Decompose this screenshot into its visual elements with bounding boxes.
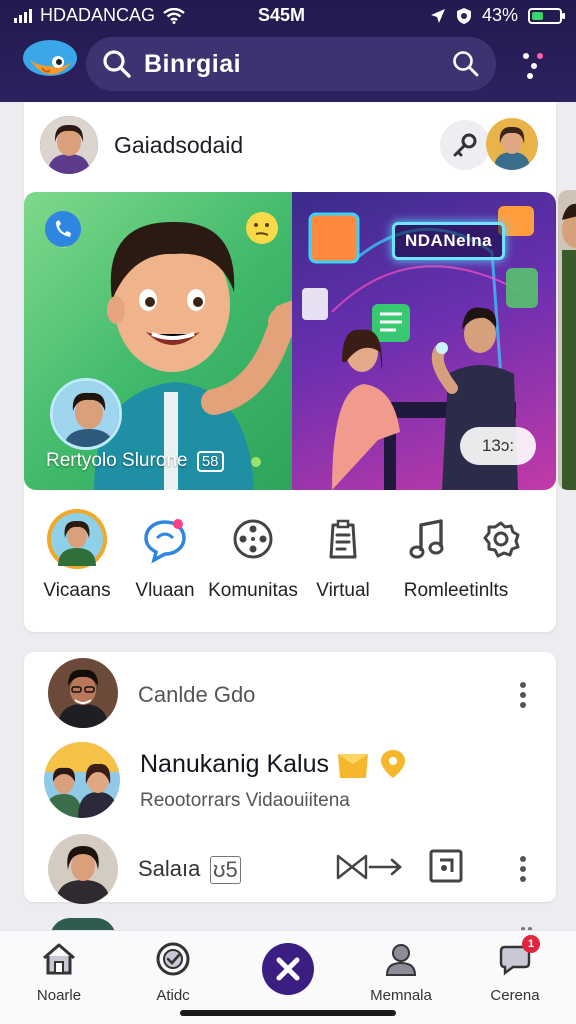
nav-item-members[interactable]: Memnala xyxy=(346,939,456,1004)
center-action-button[interactable] xyxy=(262,943,314,995)
nav-item-activity[interactable]: Atidc xyxy=(118,939,228,1004)
status-time: S45M xyxy=(258,5,306,25)
wifi-icon xyxy=(163,7,185,24)
more-menu-icon[interactable] xyxy=(520,48,550,84)
activity-check-icon xyxy=(153,939,193,979)
friend-avatar[interactable] xyxy=(486,118,538,170)
nav-item-notifications[interactable]: 1 Cerena xyxy=(460,935,570,1004)
hero-caption-text: Rertyolo Slurone xyxy=(46,450,188,471)
more-vertical-icon[interactable] xyxy=(520,856,526,882)
list-item-count: ʊ5 xyxy=(210,856,241,884)
profile-username[interactable]: Gaiadsodaid xyxy=(114,132,243,159)
bookmark-square-icon[interactable] xyxy=(428,848,464,884)
list-item[interactable]: Nanukanig Kalus Reootorrars Vidaouiitena xyxy=(24,742,556,822)
search-icon xyxy=(103,50,131,78)
thinking-emoji-icon xyxy=(246,212,278,244)
battery-fill xyxy=(532,11,544,20)
list-item-group-avatar[interactable] xyxy=(44,742,120,818)
list-item[interactable]: Canlde Gdo xyxy=(24,658,556,730)
hero-banner[interactable]: NDANelna Rertyolo Slurone 58 13ɔ: xyxy=(24,192,556,490)
home-icon xyxy=(39,939,79,979)
app-logo-icon[interactable] xyxy=(20,36,80,88)
nav-label: Atidc xyxy=(156,987,190,1004)
hero-caption: Rertyolo Slurone 58 xyxy=(46,450,224,472)
user-avatar[interactable] xyxy=(40,116,98,174)
list-item-avatar[interactable] xyxy=(48,658,118,728)
list-item-subtitle: Reootorrars Vidaouiitena xyxy=(140,790,350,811)
virtual-list-icon xyxy=(312,508,374,570)
settings-gear-icon xyxy=(470,508,532,570)
nav-item-home[interactable]: Noarle xyxy=(4,939,114,1004)
search-bar[interactable]: Binrgiai xyxy=(86,37,496,91)
envelope-icon xyxy=(338,754,368,778)
hero-inset-avatar[interactable] xyxy=(50,378,122,450)
search-query[interactable]: Binrgiai xyxy=(144,50,452,79)
carrier-name: HDADANCAG xyxy=(40,5,156,25)
close-x-icon xyxy=(276,957,300,981)
person-icon xyxy=(381,939,421,979)
nav-label: Cerena xyxy=(490,987,540,1004)
neon-sign: NDANelna xyxy=(392,222,506,260)
more-vertical-icon[interactable] xyxy=(520,682,526,708)
signal-icon xyxy=(14,8,32,23)
key-icon xyxy=(453,133,477,157)
phone-call-icon xyxy=(45,211,81,247)
list-item-title: Salaıa xyxy=(138,856,201,881)
chat-bubble-icon xyxy=(134,508,196,570)
list-item-avatar[interactable] xyxy=(48,834,118,904)
location-arrow-icon xyxy=(430,8,445,23)
shield-icon xyxy=(456,7,471,24)
video-avatar-icon xyxy=(46,508,108,570)
share-forward-icon[interactable] xyxy=(334,852,406,882)
hero-caption-badge: 58 xyxy=(196,451,224,472)
key-button[interactable] xyxy=(440,120,490,170)
status-bar: HDADANCAG S45M 43% xyxy=(0,0,576,30)
battery-percent: 43% xyxy=(481,5,518,25)
next-slide-peek[interactable] xyxy=(558,190,576,490)
profile-row: Gaiadsodaid xyxy=(40,116,540,174)
list-item[interactable]: Salaıa ʊ5 xyxy=(24,834,556,904)
hero-left-panel xyxy=(24,192,319,490)
activity-feed-card: Canlde Gdo Nanukanig Kalus Reootorrars V… xyxy=(24,652,556,904)
notification-badge: 1 xyxy=(522,935,540,953)
nav-label: Memnala xyxy=(370,987,432,1004)
app-header: HDADANCAG S45M 43% Binrgiai xyxy=(0,0,576,102)
battery-icon xyxy=(528,7,565,24)
location-pin-icon xyxy=(381,750,405,778)
list-item-title: Nanukanig Kalus xyxy=(140,750,330,778)
community-reel-icon xyxy=(222,508,284,570)
hero-pill-button[interactable]: 13ɔ: xyxy=(460,427,536,465)
list-item-title: Canlde Gdo xyxy=(138,682,256,707)
feature-item-settings[interactable] xyxy=(448,506,554,616)
search-submit-icon[interactable] xyxy=(452,50,480,78)
home-indicator xyxy=(180,1010,396,1016)
nav-label: Noarle xyxy=(36,987,82,1004)
feature-shortcuts: Vicaans Vluaan Komunitas Virtual Romleet… xyxy=(24,506,556,616)
